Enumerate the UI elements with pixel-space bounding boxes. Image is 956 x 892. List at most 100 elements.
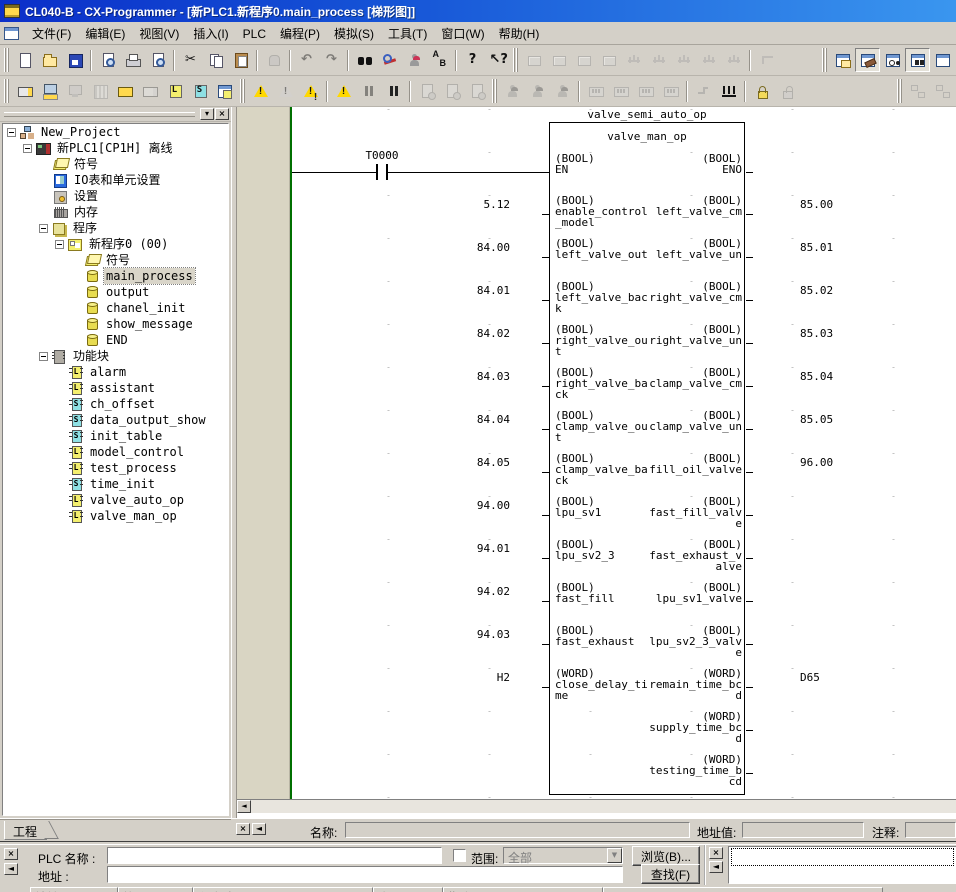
toolbar-grip[interactable] <box>491 79 498 103</box>
help-button[interactable]: ? <box>460 48 485 72</box>
tree-item-main_process[interactable]: main_process <box>3 268 228 284</box>
menu-9[interactable]: 帮助(H) <box>492 24 547 44</box>
menu-2[interactable]: 视图(V) <box>132 24 186 44</box>
transfer-check-button[interactable] <box>331 79 356 103</box>
tree-item-test_process[interactable]: Ltest_process <box>3 460 228 476</box>
result-column-2[interactable]: 程序/段 <box>193 887 373 892</box>
scope-checkbox[interactable] <box>453 849 466 862</box>
watch-close-button[interactable]: × <box>709 847 723 859</box>
copy-button[interactable] <box>203 48 228 72</box>
input-address[interactable]: 84.03 <box>412 371 510 382</box>
tree-item-new_project[interactable]: New_Project <box>3 124 228 140</box>
tree-item--[interactable]: 符号 <box>3 156 228 172</box>
compile-all-programs-button[interactable] <box>298 79 323 103</box>
tree-item-io-[interactable]: IO表和单元设置 <box>3 172 228 188</box>
workspace-close-button[interactable]: × <box>215 108 229 120</box>
watch-sheet[interactable] <box>728 846 956 884</box>
output-address[interactable]: 85.00 <box>800 199 860 210</box>
menu-0[interactable]: 文件(F) <box>25 24 78 44</box>
new-button[interactable] <box>12 48 37 72</box>
output-address[interactable]: D65 <box>800 672 860 683</box>
toolbar-grip[interactable] <box>3 79 10 103</box>
contact-symbol[interactable] <box>386 164 388 180</box>
output-address[interactable]: 85.05 <box>800 414 860 425</box>
expand-collapse-icon[interactable] <box>39 352 48 361</box>
result-column-0[interactable]: 地址 <box>30 887 118 892</box>
cross-reference-window-button[interactable] <box>905 48 930 72</box>
expand-collapse-icon[interactable] <box>39 224 48 233</box>
print-preview-button[interactable] <box>145 48 170 72</box>
result-column-3[interactable]: 步 <box>373 887 443 892</box>
watch-window-button[interactable] <box>880 48 905 72</box>
tree-item-model_control[interactable]: Lmodel_control <box>3 444 228 460</box>
tree-item--plc1-cp1h-[interactable]: 新PLC1[CP1H] 离线 <box>3 140 228 156</box>
expand-collapse-icon[interactable] <box>7 128 16 137</box>
address-value-field[interactable] <box>742 822 864 838</box>
substitute-button[interactable] <box>402 48 427 72</box>
monitor-mode-l-button[interactable] <box>162 79 187 103</box>
output-address[interactable]: 85.01 <box>800 242 860 253</box>
address-sort-button[interactable] <box>427 48 452 72</box>
tree-item-valve_auto_op[interactable]: Lvalve_auto_op <box>3 492 228 508</box>
cut-button[interactable]: ✂ <box>178 48 203 72</box>
scope-dropdown-icon[interactable]: ▼ <box>607 848 622 863</box>
tree-item--[interactable]: 程序 <box>3 220 228 236</box>
tree-item--[interactable]: 内存 <box>3 204 228 220</box>
input-address[interactable]: 84.05 <box>412 457 510 468</box>
input-address[interactable]: 84.01 <box>412 285 510 296</box>
mode-window-button[interactable] <box>212 79 237 103</box>
tree-item-alarm[interactable]: Lalarm <box>3 364 228 380</box>
contact-symbol[interactable] <box>376 164 378 180</box>
input-address[interactable]: H2 <box>412 672 510 683</box>
input-address[interactable]: 94.01 <box>412 543 510 554</box>
toolbar-grip[interactable] <box>821 48 828 72</box>
tree-item-end[interactable]: END <box>3 332 228 348</box>
menu-1[interactable]: 编辑(E) <box>78 24 132 44</box>
input-address[interactable]: 84.02 <box>412 328 510 339</box>
menu-8[interactable]: 窗口(W) <box>434 24 491 44</box>
find-replace-button[interactable] <box>377 48 402 72</box>
ladder-canvas[interactable]: valve_semi_auto_opvalve_man_opT0000(BOOL… <box>292 107 956 799</box>
find-button[interactable]: 查找(F) <box>641 864 700 884</box>
work-online-button[interactable] <box>12 79 37 103</box>
workspace-pin-button[interactable]: ▾ <box>200 108 214 120</box>
compile-program-button[interactable] <box>248 79 273 103</box>
print-button[interactable] <box>120 48 145 72</box>
compile-button[interactable] <box>95 48 120 72</box>
tree-item--[interactable]: 符号 <box>3 252 228 268</box>
watch-collapse-button[interactable]: ◄ <box>709 861 723 873</box>
project-window-button[interactable] <box>830 48 855 72</box>
toolbar-grip[interactable] <box>896 79 903 103</box>
contact-operand[interactable]: T0000 <box>342 150 422 161</box>
output-address[interactable]: 96.00 <box>800 457 860 468</box>
output-address[interactable]: 85.02 <box>800 285 860 296</box>
paste-button[interactable] <box>228 48 253 72</box>
hscroll-track[interactable] <box>251 800 956 813</box>
pause-2-button[interactable] <box>381 79 406 103</box>
timing-chart-button[interactable] <box>716 79 741 103</box>
tree-item--[interactable]: 功能块 <box>3 348 228 364</box>
input-address[interactable]: 94.02 <box>412 586 510 597</box>
output-address[interactable]: 85.04 <box>800 371 860 382</box>
tree-item-show_message[interactable]: show_message <box>3 316 228 332</box>
tree-item-valve_man_op[interactable]: Lvalve_man_op <box>3 508 228 524</box>
toolbar-grip[interactable] <box>512 48 519 72</box>
input-address[interactable]: 84.04 <box>412 414 510 425</box>
mdi-child-icon[interactable] <box>4 27 19 40</box>
comment-field[interactable] <box>905 822 956 838</box>
save-button[interactable] <box>62 48 87 72</box>
project-tab[interactable]: 工程 <box>4 821 47 840</box>
local-window-button[interactable] <box>930 48 955 72</box>
find-close-button[interactable]: × <box>4 848 18 860</box>
tree-item-output[interactable]: output <box>3 284 228 300</box>
tree-item-ch_offset[interactable]: Sch_offset <box>3 396 228 412</box>
protect-set-button[interactable] <box>749 79 774 103</box>
expand-collapse-icon[interactable] <box>23 144 32 153</box>
browse-button[interactable]: 浏览(B)... <box>632 846 700 866</box>
menu-6[interactable]: 模拟(S) <box>327 24 381 44</box>
result-column-4[interactable]: 指令 <box>443 887 603 892</box>
annot-collapse-button[interactable]: ◄ <box>252 823 266 835</box>
context-help-button[interactable]: ↖? <box>485 48 510 72</box>
open-button[interactable] <box>37 48 62 72</box>
toolbar-grip[interactable] <box>239 79 246 103</box>
